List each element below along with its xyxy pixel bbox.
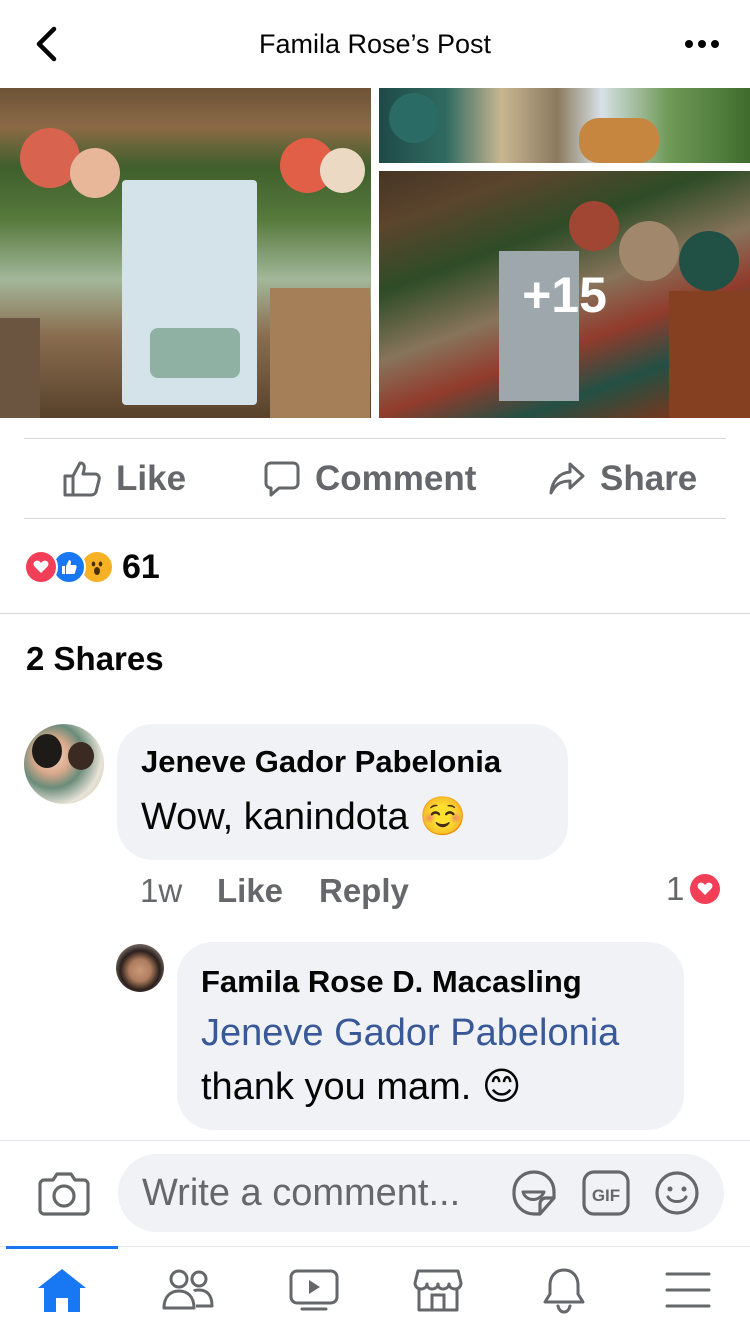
like-button[interactable]: Like [62,440,186,518]
notifications-icon [543,1268,585,1314]
comment-time: 1w [140,872,183,909]
comment-bubble[interactable]: Jeneve Gador Pabelonia Wow, kanindota ☺️ [117,724,568,860]
emoji-button[interactable] [654,1170,700,1216]
sticker-icon [512,1170,556,1216]
more-photos-overlay[interactable]: +15 [379,171,750,418]
post-photo-main[interactable] [0,88,371,418]
more-dots-icon [685,40,719,48]
divider [24,438,726,439]
more-options-button[interactable] [672,22,732,66]
like-label: Like [116,459,187,498]
love-reaction-icon [24,550,58,584]
comment-reaction-count: 1 [666,870,685,907]
tab-notifications[interactable] [534,1262,594,1318]
share-button[interactable]: Share [548,440,697,518]
menu-icon [665,1272,711,1308]
reply-bubble[interactable]: Famila Rose D. Macasling Jeneve Gador Pa… [177,942,684,1130]
chevron-left-icon [36,26,57,62]
gif-icon: GIF [582,1170,630,1216]
reaction-count: 61 [122,547,160,586]
reply-author[interactable]: Famila Rose D. Macasling [201,964,582,1000]
thumbs-up-icon [63,461,101,497]
avatar[interactable] [116,944,164,992]
comment-input[interactable] [118,1154,724,1232]
comment-author[interactable]: Jeneve Gador Pabelonia [141,744,501,780]
comment-reactions[interactable]: 1 [666,870,721,908]
svg-text:GIF: GIF [592,1186,620,1205]
reply-mention[interactable]: Jeneve Gador Pabelonia [201,1006,619,1060]
home-icon [38,1269,86,1312]
post-photo-secondary[interactable] [379,88,750,163]
sticker-button[interactable] [510,1168,558,1218]
comment-text: Wow, kanindota ☺️ [141,796,467,838]
divider [0,613,750,614]
comment-bubble-icon [264,461,300,497]
tab-home[interactable] [32,1262,92,1318]
bottom-tab-bar [0,1246,750,1335]
header-bar [0,0,750,88]
camera-icon [38,1172,90,1216]
love-reaction-icon [690,874,721,904]
reaction-summary[interactable]: 61 [24,546,160,588]
share-label: Share [600,459,698,498]
divider [24,518,726,519]
tab-friends[interactable] [158,1262,218,1318]
emoji-icon [655,1171,699,1215]
comment-reply-button[interactable]: Reply [319,872,409,910]
avatar[interactable] [24,724,104,804]
marketplace-icon [413,1269,463,1312]
tab-menu[interactable] [658,1262,718,1318]
friends-icon [162,1269,214,1310]
comment-button[interactable]: Comment [263,440,476,518]
watch-icon [289,1269,339,1311]
back-button[interactable] [22,22,72,66]
camera-button[interactable] [38,1170,90,1218]
comment-label: Comment [315,459,477,498]
tab-marketplace[interactable] [408,1262,468,1318]
share-arrow-icon [549,462,585,495]
shares-count[interactable]: 2 Shares [26,640,164,678]
comment-like-button[interactable]: Like [217,872,283,910]
tab-watch[interactable] [284,1262,344,1318]
reply-text: thank you mam. 😊 [201,1066,522,1108]
active-tab-indicator [6,1246,118,1249]
gif-button[interactable]: GIF [582,1170,630,1216]
